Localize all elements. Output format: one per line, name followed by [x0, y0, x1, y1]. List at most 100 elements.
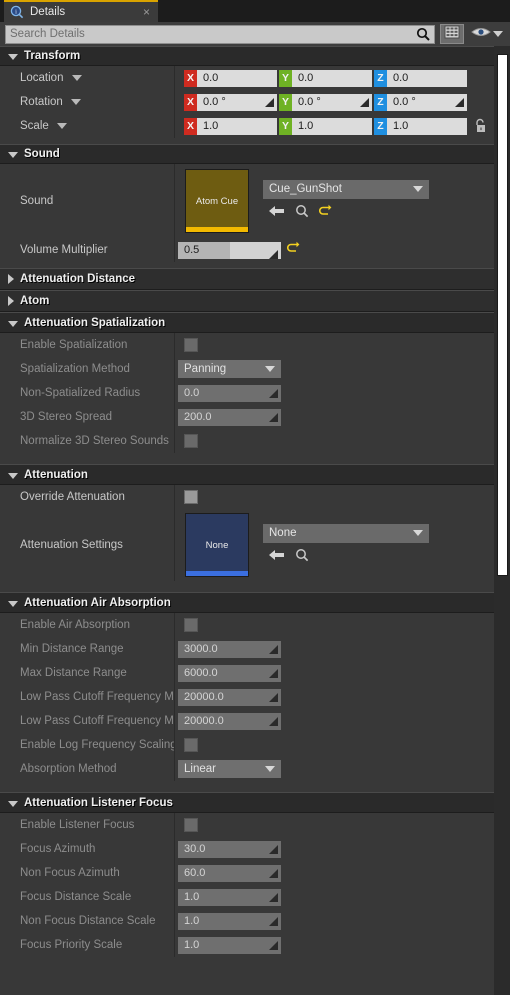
row-value: Atom Cue Cue_GunShot: [175, 169, 494, 234]
asset-dropdown-attenuation[interactable]: None: [263, 523, 429, 543]
chevron-down-icon[interactable]: [71, 90, 82, 114]
rotation-z-value[interactable]: 0.0 °: [387, 93, 467, 111]
label-text: Scale: [20, 120, 49, 133]
tab-strip: i Details ×: [0, 0, 510, 22]
scrollbar-thumb[interactable]: [497, 54, 508, 576]
drag-handle-icon[interactable]: [269, 692, 278, 702]
checkbox-enable-listener-focus[interactable]: [184, 818, 198, 833]
checkbox-enable-log-frequency-scaling[interactable]: [184, 738, 198, 753]
category-header-attenuation[interactable]: Attenuation: [0, 464, 494, 486]
checkbox-enable-spatialization[interactable]: [184, 338, 198, 353]
value-text: 20000.0: [184, 691, 224, 704]
reset-to-default-icon[interactable]: [319, 204, 332, 222]
input-non-spatialized-radius[interactable]: 0.0: [178, 384, 281, 402]
search-input[interactable]: Search Details: [5, 24, 435, 44]
scale-z-field[interactable]: Z 1.0: [374, 117, 467, 135]
scale-x-field[interactable]: X 1.0: [184, 117, 277, 135]
tab-details[interactable]: i Details ×: [4, 0, 158, 22]
drag-handle-icon[interactable]: [360, 97, 369, 107]
drag-handle-icon[interactable]: [269, 668, 278, 678]
category-title: Attenuation Spatialization: [24, 316, 166, 329]
row-label: Sound: [0, 164, 175, 239]
volume-multiplier-slider[interactable]: 0.5: [178, 241, 281, 259]
vector-input-scale: X 1.0 Y 1.0 Z 1.0: [181, 117, 487, 135]
drag-handle-icon[interactable]: [269, 916, 278, 926]
category-header-sound[interactable]: Sound: [0, 144, 494, 165]
asset-dropdown-sound[interactable]: Cue_GunShot: [263, 179, 429, 199]
input-max-distance-range[interactable]: 6000.0: [178, 664, 281, 682]
category-header-attenuation-distance[interactable]: Attenuation Distance: [0, 268, 494, 291]
input-low-pass-cutoff-frequency-max[interactable]: 20000.0: [178, 712, 281, 730]
chevron-down-icon[interactable]: [56, 114, 67, 138]
vertical-scrollbar[interactable]: [494, 46, 510, 995]
rotation-y-value[interactable]: 0.0 °: [292, 93, 372, 111]
location-y-value[interactable]: 0.0: [292, 69, 372, 87]
drag-handle-icon[interactable]: [269, 844, 278, 854]
drag-handle-icon[interactable]: [269, 246, 278, 259]
asset-thumbnail-attenuation[interactable]: None: [185, 513, 249, 578]
drag-handle-icon[interactable]: [269, 716, 278, 726]
row-value: X 0.0 Y 0.0 Z 0.0: [175, 69, 494, 87]
category-header-spatialization[interactable]: Attenuation Spatialization: [0, 312, 494, 334]
rotation-y-field[interactable]: Y 0.0 °: [279, 93, 372, 111]
tab-close-button[interactable]: ×: [141, 6, 152, 18]
checkbox-normalize-3d-stereo-sounds[interactable]: [184, 434, 198, 449]
location-x-field[interactable]: X 0.0: [184, 69, 277, 87]
drag-handle-icon[interactable]: [269, 940, 278, 950]
input-focus-distance-scale[interactable]: 1.0: [178, 888, 281, 906]
input-low-pass-cutoff-frequency-min[interactable]: 20000.0: [178, 688, 281, 706]
location-z-field[interactable]: Z 0.0: [374, 69, 467, 87]
grid-view-button[interactable]: [440, 24, 464, 44]
category-header-air-absorption[interactable]: Attenuation Air Absorption: [0, 592, 494, 614]
combo-spatialization-method[interactable]: Panning: [178, 360, 281, 379]
use-selected-asset-icon[interactable]: [269, 204, 285, 222]
row-value: 30.0: [175, 840, 494, 858]
drag-handle-icon[interactable]: [269, 868, 278, 878]
row-absorption-method: Absorption Method Linear: [0, 757, 494, 782]
scale-y-value[interactable]: 1.0: [292, 117, 372, 135]
svg-text:i: i: [15, 9, 17, 16]
input-focus-priority-scale[interactable]: 1.0: [178, 936, 281, 954]
input-non-focus-distance-scale[interactable]: 1.0: [178, 912, 281, 930]
drag-handle-icon[interactable]: [265, 97, 274, 107]
rotation-x-value[interactable]: 0.0 °: [197, 93, 277, 111]
combo-absorption-method[interactable]: Linear: [178, 760, 281, 779]
rotation-x-field[interactable]: X 0.0 °: [184, 93, 277, 111]
axis-label-x: X: [184, 93, 197, 111]
search-icon: [416, 27, 430, 41]
input-3d-stereo-spread[interactable]: 200.0: [178, 408, 281, 426]
reset-to-default-icon[interactable]: [287, 241, 300, 259]
category-title: Attenuation: [24, 468, 88, 481]
use-selected-asset-icon[interactable]: [269, 548, 285, 566]
row-value: 0.5: [175, 241, 494, 259]
location-x-value[interactable]: 0.0: [197, 69, 277, 87]
checkbox-override-attenuation[interactable]: [184, 490, 198, 505]
category-header-listener-focus[interactable]: Attenuation Listener Focus: [0, 792, 494, 814]
input-focus-azimuth[interactable]: 30.0: [178, 840, 281, 858]
category-header-atom[interactable]: Atom: [0, 290, 494, 313]
rotation-z-field[interactable]: Z 0.0 °: [374, 93, 467, 111]
category-header-transform[interactable]: Transform: [0, 46, 494, 66]
location-y-field[interactable]: Y 0.0: [279, 69, 372, 87]
input-non-focus-azimuth[interactable]: 60.0: [178, 864, 281, 882]
chevron-down-icon[interactable]: [71, 66, 82, 90]
visibility-filter-button[interactable]: [469, 25, 505, 43]
unlocked-padlock-icon[interactable]: [473, 118, 487, 134]
checkbox-enable-air-absorption[interactable]: [184, 618, 198, 633]
input-min-distance-range[interactable]: 3000.0: [178, 640, 281, 658]
row-label: Non Focus Distance Scale: [0, 909, 175, 934]
scale-z-value[interactable]: 1.0: [387, 117, 467, 135]
drag-handle-icon[interactable]: [269, 388, 278, 398]
scale-x-value[interactable]: 1.0: [197, 117, 277, 135]
drag-handle-icon[interactable]: [269, 412, 278, 422]
location-z-value[interactable]: 0.0: [387, 69, 467, 87]
expand-triangle-icon: [8, 472, 18, 479]
drag-handle-icon[interactable]: [269, 644, 278, 654]
drag-handle-icon[interactable]: [269, 892, 278, 902]
asset-thumbnail-sound[interactable]: Atom Cue: [185, 169, 249, 234]
browse-asset-icon[interactable]: [295, 204, 309, 223]
drag-handle-icon[interactable]: [455, 97, 464, 107]
browse-asset-icon[interactable]: [295, 548, 309, 567]
expand-triangle-icon: [8, 152, 18, 159]
scale-y-field[interactable]: Y 1.0: [279, 117, 372, 135]
